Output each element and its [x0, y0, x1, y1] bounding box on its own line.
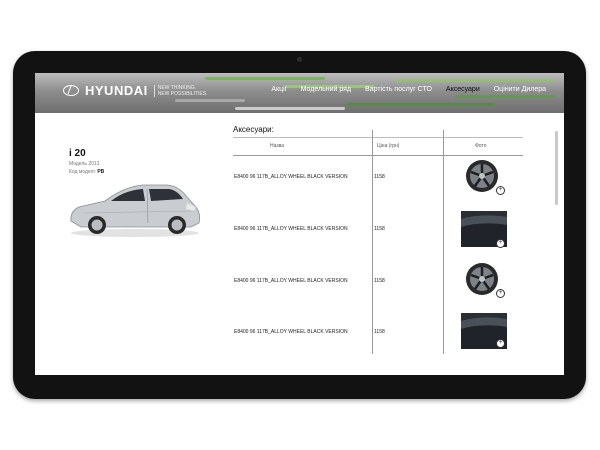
nav-item-rate-dealer[interactable]: Оцінити Дилера — [494, 86, 546, 93]
column-header-photo: Фото — [475, 143, 487, 149]
zoom-icon[interactable]: + — [496, 289, 505, 298]
site-header: HYUNDAI NEW THINKING. NEW POSSIBILITIES.… — [35, 73, 564, 113]
scrollbar[interactable] — [555, 131, 558, 205]
decor-streak — [175, 99, 245, 102]
model-name: i 20 — [69, 148, 86, 159]
row-price: 1158 — [374, 226, 385, 232]
zoom-icon[interactable]: + — [496, 186, 505, 195]
decor-streak — [345, 103, 495, 106]
table-top-divider — [233, 137, 523, 138]
logo-text: HYUNDAI — [85, 83, 148, 98]
row-price: 1158 — [374, 329, 385, 335]
screen: HYUNDAI NEW THINKING. NEW POSSIBILITIES.… — [35, 73, 564, 375]
row-name: E8400 96 117B_ALLOY WHEEL BLACK VERSION — [234, 174, 348, 180]
nav-item-accessories[interactable]: Аксесуари — [446, 86, 480, 93]
zoom-icon[interactable]: + — [496, 339, 505, 348]
camera-dot — [297, 57, 302, 62]
column-header-name: Назва — [270, 143, 285, 149]
zoom-icon[interactable]: + — [496, 239, 505, 248]
nav-item-models[interactable]: Модельний ряд — [301, 86, 351, 93]
tagline: NEW THINKING. NEW POSSIBILITIES. — [153, 84, 208, 97]
hyundai-logo-icon — [63, 85, 79, 96]
tagline-line-2: NEW POSSIBILITIES. — [157, 90, 208, 97]
decor-streak — [235, 107, 345, 110]
decor-streak — [205, 77, 325, 80]
nav-item-promotions[interactable]: Акції — [271, 86, 286, 93]
tablet-device: HYUNDAI NEW THINKING. NEW POSSIBILITIES.… — [13, 51, 586, 399]
row-price: 1158 — [374, 174, 385, 180]
row-name: E8400 96 117B_ALLOY WHEEL BLACK VERSION — [234, 329, 348, 335]
brand-logo[interactable]: HYUNDAI NEW THINKING. NEW POSSIBILITIES. — [63, 83, 207, 98]
main-nav: Акції Модельний ряд Вартість послуг СТО … — [271, 86, 546, 93]
nav-item-service-cost[interactable]: Вартість послуг СТО — [365, 86, 432, 93]
car-image — [70, 184, 200, 237]
column-divider — [443, 130, 444, 354]
model-year: Модель 2013 — [69, 161, 100, 167]
table-header-divider — [233, 155, 523, 156]
accessories-title: Аксесуари: — [233, 125, 274, 134]
row-name: E8400 96 117B_ALLOY WHEEL BLACK VERSION — [234, 226, 348, 232]
row-name: E8400 96 117B_ALLOY WHEEL BLACK VERSION — [234, 278, 348, 284]
column-header-price: Ціна (грн) — [377, 143, 400, 149]
decor-streak — [395, 79, 555, 82]
column-divider — [372, 130, 373, 354]
decor-streak — [455, 95, 555, 98]
row-price: 1158 — [374, 278, 385, 284]
